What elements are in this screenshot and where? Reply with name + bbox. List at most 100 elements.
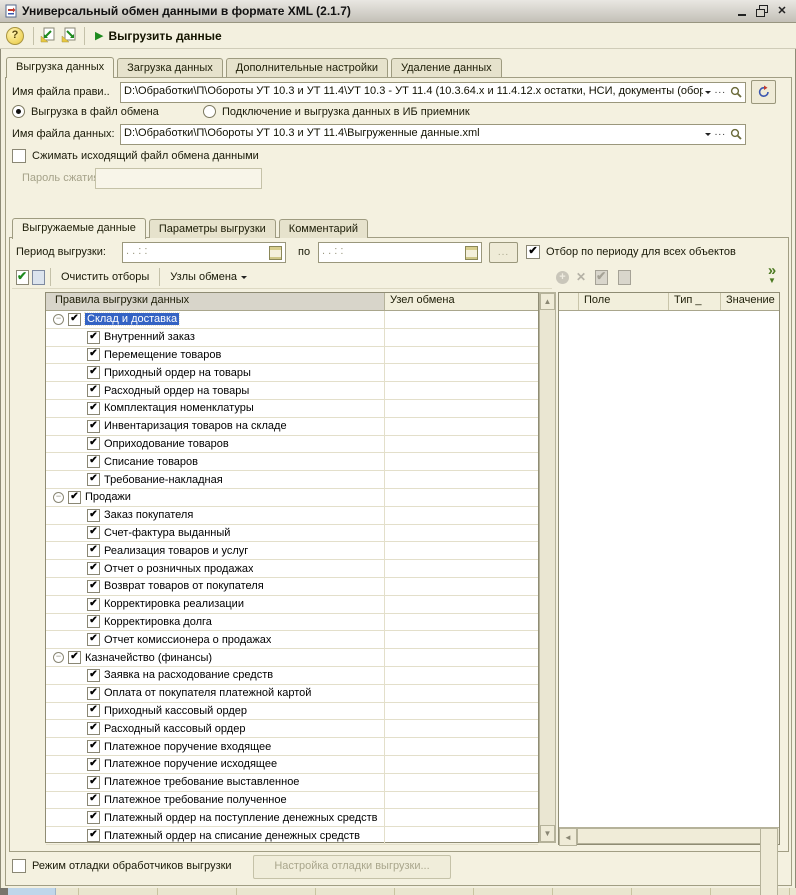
item-checkbox[interactable]: ✔ [87,473,100,486]
item-checkbox[interactable]: ✔ [68,651,81,664]
scrollbar-thumb[interactable] [577,828,761,844]
column-field-header[interactable]: Поле [579,293,669,310]
period-more-button[interactable]: ... [489,242,518,263]
tree-item-row[interactable]: ✔Перемещение товаров [46,347,538,365]
item-checkbox[interactable]: ✔ [87,562,100,575]
data-file-browse-button[interactable]: ... [713,125,728,144]
tab-import-data[interactable]: Загрузка данных [117,58,223,77]
column-value-header[interactable]: Значение [721,293,779,310]
data-file-open-icon[interactable] [728,125,745,144]
debug-mode-checkbox[interactable]: ✔ Режим отладки обработчиков выгрузки [12,859,232,873]
tree-item-row[interactable]: ✔Инвентаризация товаров на складе [46,418,538,436]
calendar-icon[interactable] [463,243,481,262]
tree-vertical-scrollbar[interactable]: ▲ ▼ [539,292,556,843]
minimize-icon[interactable] [736,5,748,17]
tree-item-row[interactable]: ✔Платежное требование полученное [46,792,538,810]
tree-item-row[interactable]: ✔Реализация товаров и услуг [46,542,538,560]
rules-file-dropdown-icon[interactable] [703,83,713,102]
item-checkbox[interactable]: ✔ [68,313,81,326]
tree-item-row[interactable]: ✔Комплектация номенклатуры [46,400,538,418]
item-checkbox[interactable]: ✔ [87,704,100,717]
collapse-icon[interactable]: − [53,492,64,503]
tree-item-row[interactable]: ✔Требование-накладная [46,471,538,489]
collapse-icon[interactable]: − [53,652,64,663]
scroll-left-icon[interactable]: ◄ [559,828,577,846]
tree-item-row[interactable]: ✔Оприходование товаров [46,436,538,454]
item-checkbox[interactable]: ✔ [87,455,100,468]
collapse-icon[interactable]: − [53,314,64,325]
values-horizontal-scrollbar[interactable]: ◄ ► [559,827,779,844]
item-checkbox[interactable]: ✔ [87,615,100,628]
period-to-input[interactable]: . . : : [318,242,482,263]
item-checkbox[interactable]: ✔ [87,402,100,415]
tree-group-row[interactable]: −✔Склад и доставка [46,311,538,329]
tree-item-row[interactable]: ✔Счет-фактура выданный [46,525,538,543]
tab-delete-data[interactable]: Удаление данных [391,58,502,77]
item-checkbox[interactable]: ✔ [87,437,100,450]
exchange-nodes-button[interactable]: Узлы обмена [164,269,253,285]
item-checkbox[interactable]: ✔ [87,669,100,682]
item-checkbox[interactable]: ✔ [87,793,100,806]
tree-item-row[interactable]: ✔Приходный ордер на товары [46,364,538,382]
scroll-up-icon[interactable]: ▲ [540,293,555,310]
tab-additional-settings[interactable]: Дополнительные настройки [226,58,388,77]
item-checkbox[interactable]: ✔ [87,348,100,361]
collapse-panel-icon[interactable]: ▼ [764,276,780,285]
item-checkbox[interactable]: ✔ [87,758,100,771]
restore-icon[interactable] [756,5,768,17]
reload-rules-button[interactable] [751,80,776,104]
tree-item-row[interactable]: ✔Приходный кассовый ордер [46,703,538,721]
item-checkbox[interactable]: ✔ [87,331,100,344]
tree-group-row[interactable]: −✔Казначейство (финансы) [46,649,538,667]
radio-export-to-file[interactable]: Выгрузка в файл обмена [12,105,159,118]
column-node-header[interactable]: Узел обмена [385,293,538,310]
item-checkbox[interactable]: ✔ [68,491,81,504]
data-file-dropdown-icon[interactable] [703,125,713,144]
column-type-header[interactable]: Тип _ [669,293,721,310]
tree-item-row[interactable]: ✔Заявка на расходование средств [46,667,538,685]
period-filter-checkbox[interactable]: ✔ Отбор по периоду для всех объектов [526,245,736,259]
export-data-button[interactable]: ▶ Выгрузить данные [89,27,228,45]
tab-export-data[interactable]: Выгрузка данных [6,57,114,78]
tree-item-row[interactable]: ✔Списание товаров [46,453,538,471]
scroll-down-icon[interactable]: ▼ [540,825,555,842]
item-checkbox[interactable]: ✔ [87,598,100,611]
column-rules-header[interactable]: Правила выгрузки данных [46,293,385,310]
tab-exported-data[interactable]: Выгружаемые данные [12,218,146,239]
tree-item-row[interactable]: ✔Платежное поручение входящее [46,738,538,756]
item-checkbox[interactable]: ✔ [87,687,100,700]
tree-item-row[interactable]: ✔Внутренний заказ [46,329,538,347]
tab-comment[interactable]: Комментарий [279,219,368,238]
tree-item-row[interactable]: ✔Платежное поручение исходящее [46,756,538,774]
tree-item-row[interactable]: ✔Расходный кассовый ордер [46,720,538,738]
clear-filters-button[interactable]: Очистить отборы [55,269,155,285]
tree-item-row[interactable]: ✔Отчет о розничных продажах [46,560,538,578]
tree-item-row[interactable]: ✔Корректировка реализации [46,596,538,614]
tree-item-row[interactable]: ✔Корректировка долга [46,614,538,632]
tree-item-row[interactable]: ✔Платежный ордер на поступление денежных… [46,809,538,827]
item-checkbox[interactable]: ✔ [87,544,100,557]
tree-item-row[interactable]: ✔Платежный ордер на списание денежных ср… [46,827,538,845]
tree-item-row[interactable]: ✔Расходный ордер на товары [46,382,538,400]
scroll-right-icon[interactable]: ► [760,828,778,895]
uncheck-all-icon[interactable] [30,269,46,285]
load-settings-icon[interactable] [40,27,57,44]
tree-item-row[interactable]: ✔Платежное требование выставленное [46,774,538,792]
item-checkbox[interactable]: ✔ [87,384,100,397]
calendar-icon[interactable] [267,243,285,262]
item-checkbox[interactable]: ✔ [87,633,100,646]
check-all-icon[interactable]: ✔ [14,269,30,285]
item-checkbox[interactable]: ✔ [87,526,100,539]
radio-export-to-infobase[interactable]: Подключение и выгрузка данных в ИБ прием… [203,105,470,118]
item-checkbox[interactable]: ✔ [87,580,100,593]
item-checkbox[interactable]: ✔ [87,740,100,753]
period-from-input[interactable]: . . : : [122,242,286,263]
compress-file-checkbox[interactable]: ✔ Сжимать исходящий файл обмена данными [12,149,259,163]
rules-file-input[interactable]: D:\Обработки\П\Обороты УТ 10.3 и УТ 11.4… [120,82,746,103]
item-checkbox[interactable]: ✔ [87,722,100,735]
save-settings-icon[interactable] [61,27,78,44]
item-checkbox[interactable]: ✔ [87,366,100,379]
rules-file-browse-button[interactable]: ... [713,83,728,102]
item-checkbox[interactable]: ✔ [87,509,100,522]
tree-item-row[interactable]: ✔Отчет комиссионера о продажах [46,631,538,649]
